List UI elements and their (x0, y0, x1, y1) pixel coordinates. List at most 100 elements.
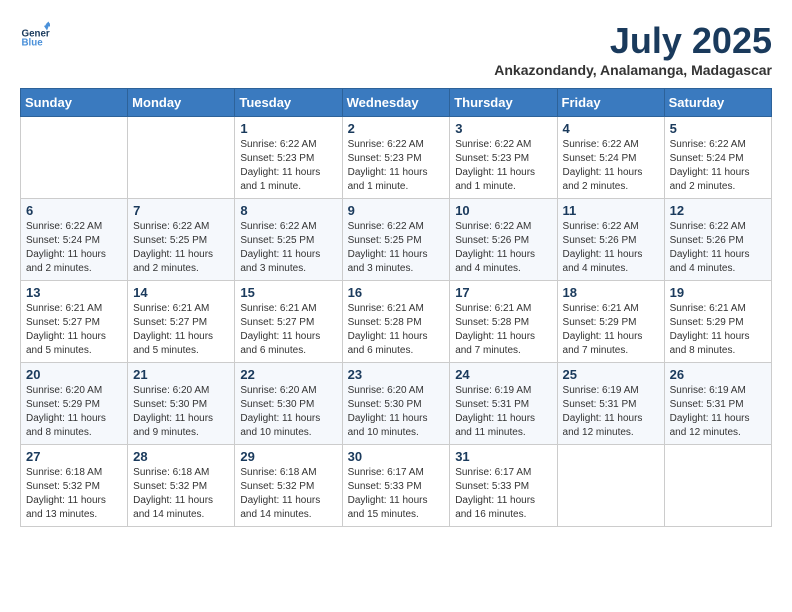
calendar-week-row: 27 Sunrise: 6:18 AM Sunset: 5:32 PM Dayli… (21, 445, 772, 527)
calendar-cell: 11 Sunrise: 6:22 AM Sunset: 5:26 PM Dayli… (557, 199, 664, 281)
day-number: 16 (348, 285, 445, 300)
calendar-week-row: 1Sunrise: 6:22 AM Sunset: 5:23 PM Daylig… (21, 117, 772, 199)
day-info: Sunrise: 6:21 AM Sunset: 5:27 PM Dayligh… (133, 302, 229, 358)
calendar-cell: 15 Sunrise: 6:21 AM Sunset: 5:27 PM Dayli… (235, 281, 342, 363)
calendar-cell (664, 445, 771, 527)
logo-icon: General Blue (20, 20, 50, 50)
day-info: Sunrise: 6:17 AM Sunset: 5:33 PM Dayligh… (348, 466, 445, 522)
day-number: 27 (26, 449, 122, 464)
day-info: Sunrise: 6:21 AM Sunset: 5:28 PM Dayligh… (348, 302, 445, 358)
calendar-cell: 13 Sunrise: 6:21 AM Sunset: 5:27 PM Dayli… (21, 281, 128, 363)
day-number: 15 (240, 285, 336, 300)
calendar-cell: 16 Sunrise: 6:21 AM Sunset: 5:28 PM Dayli… (342, 281, 450, 363)
day-number: 19 (670, 285, 766, 300)
calendar-cell: 20 Sunrise: 6:20 AM Sunset: 5:29 PM Dayli… (21, 363, 128, 445)
day-number: 25 (563, 367, 659, 382)
day-info: Sunrise: 6:22 AM Sunset: 5:26 PM Dayligh… (670, 220, 766, 276)
day-number: 7 (133, 203, 229, 218)
day-number: 14 (133, 285, 229, 300)
weekday-header-sunday: Sunday (21, 89, 128, 117)
weekday-header-saturday: Saturday (664, 89, 771, 117)
day-number: 28 (133, 449, 229, 464)
calendar-cell: 1Sunrise: 6:22 AM Sunset: 5:23 PM Daylig… (235, 117, 342, 199)
day-number: 6 (26, 203, 122, 218)
day-number: 12 (670, 203, 766, 218)
day-info: Sunrise: 6:20 AM Sunset: 5:29 PM Dayligh… (26, 384, 122, 440)
day-info: Sunrise: 6:21 AM Sunset: 5:27 PM Dayligh… (26, 302, 122, 358)
day-number: 13 (26, 285, 122, 300)
calendar-cell: 19Sunrise: 6:21 AM Sunset: 5:29 PM Dayli… (664, 281, 771, 363)
calendar-cell: 9 Sunrise: 6:22 AM Sunset: 5:25 PM Daylig… (342, 199, 450, 281)
location-subtitle: Ankazondandy, Analamanga, Madagascar (494, 62, 772, 78)
day-number: 31 (455, 449, 551, 464)
day-info: Sunrise: 6:21 AM Sunset: 5:27 PM Dayligh… (240, 302, 336, 358)
weekday-header-friday: Friday (557, 89, 664, 117)
day-info: Sunrise: 6:20 AM Sunset: 5:30 PM Dayligh… (240, 384, 336, 440)
day-number: 10 (455, 203, 551, 218)
day-number: 11 (563, 203, 659, 218)
day-number: 30 (348, 449, 445, 464)
calendar-cell (128, 117, 235, 199)
day-info: Sunrise: 6:19 AM Sunset: 5:31 PM Dayligh… (670, 384, 766, 440)
day-info: Sunrise: 6:20 AM Sunset: 5:30 PM Dayligh… (348, 384, 445, 440)
calendar-cell: 10Sunrise: 6:22 AM Sunset: 5:26 PM Dayli… (450, 199, 557, 281)
calendar-cell (557, 445, 664, 527)
day-number: 23 (348, 367, 445, 382)
day-number: 9 (348, 203, 445, 218)
title-section: July 2025 Ankazondandy, Analamanga, Mada… (494, 20, 772, 78)
weekday-header-tuesday: Tuesday (235, 89, 342, 117)
day-info: Sunrise: 6:17 AM Sunset: 5:33 PM Dayligh… (455, 466, 551, 522)
day-info: Sunrise: 6:19 AM Sunset: 5:31 PM Dayligh… (563, 384, 659, 440)
weekday-header-wednesday: Wednesday (342, 89, 450, 117)
day-info: Sunrise: 6:22 AM Sunset: 5:24 PM Dayligh… (26, 220, 122, 276)
calendar-cell: 18 Sunrise: 6:21 AM Sunset: 5:29 PM Dayli… (557, 281, 664, 363)
day-number: 22 (240, 367, 336, 382)
calendar-cell: 25 Sunrise: 6:19 AM Sunset: 5:31 PM Dayli… (557, 363, 664, 445)
day-number: 21 (133, 367, 229, 382)
day-number: 2 (348, 121, 445, 136)
day-number: 20 (26, 367, 122, 382)
day-number: 5 (670, 121, 766, 136)
calendar-cell: 17 Sunrise: 6:21 AM Sunset: 5:28 PM Dayli… (450, 281, 557, 363)
day-info: Sunrise: 6:22 AM Sunset: 5:24 PM Dayligh… (563, 138, 659, 194)
day-number: 26 (670, 367, 766, 382)
day-info: Sunrise: 6:21 AM Sunset: 5:28 PM Dayligh… (455, 302, 551, 358)
day-info: Sunrise: 6:22 AM Sunset: 5:24 PM Dayligh… (670, 138, 766, 194)
logo: General Blue (20, 20, 50, 50)
svg-text:Blue: Blue (22, 38, 44, 49)
calendar-cell: 21Sunrise: 6:20 AM Sunset: 5:30 PM Dayli… (128, 363, 235, 445)
calendar-cell: 23 Sunrise: 6:20 AM Sunset: 5:30 PM Dayli… (342, 363, 450, 445)
calendar-cell: 31 Sunrise: 6:17 AM Sunset: 5:33 PM Dayli… (450, 445, 557, 527)
calendar-cell: 12 Sunrise: 6:22 AM Sunset: 5:26 PM Dayli… (664, 199, 771, 281)
page-header: General Blue July 2025 Ankazondandy, Ana… (20, 20, 772, 78)
day-info: Sunrise: 6:19 AM Sunset: 5:31 PM Dayligh… (455, 384, 551, 440)
day-info: Sunrise: 6:22 AM Sunset: 5:23 PM Dayligh… (240, 138, 336, 194)
day-number: 4 (563, 121, 659, 136)
calendar-cell: 29Sunrise: 6:18 AM Sunset: 5:32 PM Dayli… (235, 445, 342, 527)
calendar-cell: 14 Sunrise: 6:21 AM Sunset: 5:27 PM Dayli… (128, 281, 235, 363)
calendar-week-row: 20 Sunrise: 6:20 AM Sunset: 5:29 PM Dayli… (21, 363, 772, 445)
day-info: Sunrise: 6:22 AM Sunset: 5:23 PM Dayligh… (348, 138, 445, 194)
day-number: 18 (563, 285, 659, 300)
day-number: 8 (240, 203, 336, 218)
day-info: Sunrise: 6:22 AM Sunset: 5:23 PM Dayligh… (455, 138, 551, 194)
weekday-header-monday: Monday (128, 89, 235, 117)
calendar-cell: 5 Sunrise: 6:22 AM Sunset: 5:24 PM Daylig… (664, 117, 771, 199)
day-number: 3 (455, 121, 551, 136)
calendar-cell: 4 Sunrise: 6:22 AM Sunset: 5:24 PM Daylig… (557, 117, 664, 199)
day-info: Sunrise: 6:22 AM Sunset: 5:25 PM Dayligh… (348, 220, 445, 276)
day-number: 17 (455, 285, 551, 300)
day-info: Sunrise: 6:22 AM Sunset: 5:26 PM Dayligh… (563, 220, 659, 276)
day-number: 29 (240, 449, 336, 464)
calendar-cell: 26 Sunrise: 6:19 AM Sunset: 5:31 PM Dayli… (664, 363, 771, 445)
calendar-cell (21, 117, 128, 199)
day-info: Sunrise: 6:21 AM Sunset: 5:29 PM Dayligh… (563, 302, 659, 358)
calendar-cell: 28 Sunrise: 6:18 AM Sunset: 5:32 PM Dayli… (128, 445, 235, 527)
calendar-week-row: 6 Sunrise: 6:22 AM Sunset: 5:24 PM Daylig… (21, 199, 772, 281)
day-info: Sunrise: 6:18 AM Sunset: 5:32 PM Dayligh… (26, 466, 122, 522)
weekday-header-row: SundayMondayTuesdayWednesdayThursdayFrid… (21, 89, 772, 117)
calendar-cell: 27 Sunrise: 6:18 AM Sunset: 5:32 PM Dayli… (21, 445, 128, 527)
calendar-cell: 6 Sunrise: 6:22 AM Sunset: 5:24 PM Daylig… (21, 199, 128, 281)
day-info: Sunrise: 6:18 AM Sunset: 5:32 PM Dayligh… (133, 466, 229, 522)
weekday-header-thursday: Thursday (450, 89, 557, 117)
